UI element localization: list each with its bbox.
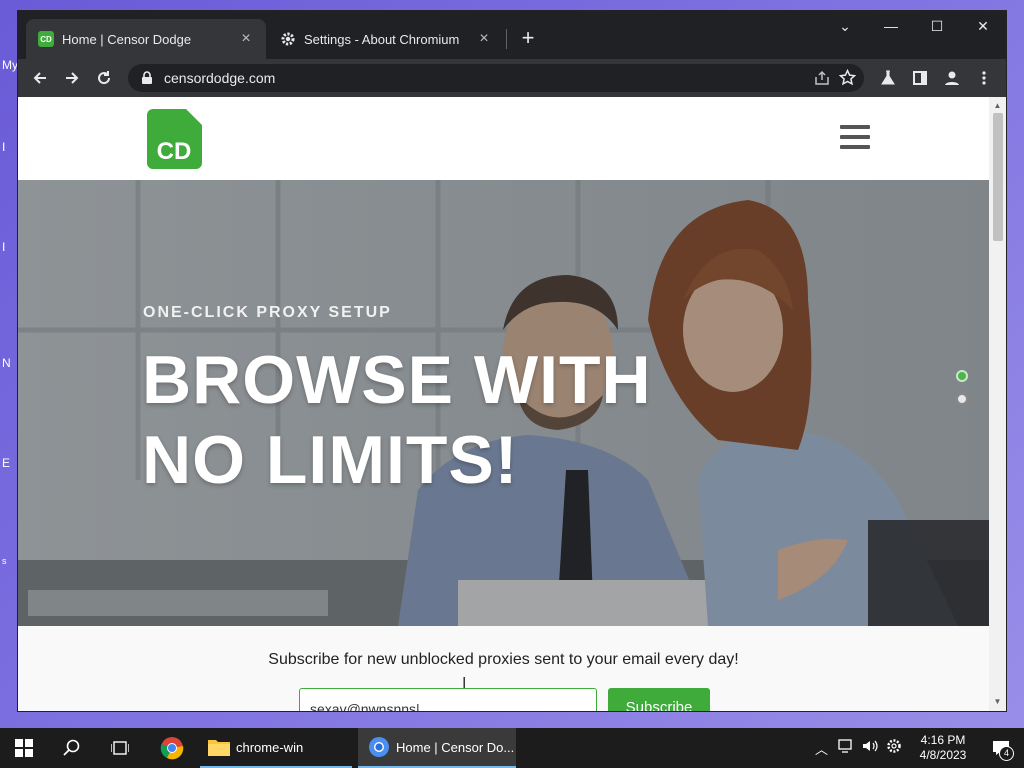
scroll-up-icon[interactable]: ▲ (989, 99, 1006, 113)
tab-separator (506, 29, 507, 49)
text-cursor-icon: I (462, 675, 467, 692)
taskbar: chrome-win Home | Censor Do... ︿ 4:16 PM… (0, 728, 1024, 768)
new-tab-button[interactable]: + (514, 25, 542, 53)
lock-icon (142, 71, 152, 84)
network-icon[interactable] (838, 738, 854, 758)
hero-eyebrow: ONE-CLICK PROXY SETUP (143, 304, 392, 321)
url-text: censordodge.com (164, 70, 276, 86)
slider-pagination (956, 370, 968, 416)
share-icon[interactable] (814, 70, 830, 91)
site-header: CD (18, 97, 989, 180)
search-icon (63, 739, 80, 756)
clock-date: 4/8/2023 (919, 748, 967, 762)
browser-window: CD Home | Censor Dodge × Settings - Abou… (18, 11, 1006, 711)
taskbar-clock[interactable]: 4:16 PM 4/8/2023 (908, 733, 978, 763)
headline-line-2: NO LIMITS! (142, 422, 519, 498)
scroll-down-icon[interactable]: ▼ (989, 695, 1006, 709)
chrome-icon (160, 737, 184, 760)
taskbar-item-label: Home | Censor Do... (396, 739, 515, 755)
side-panel-button[interactable] (906, 64, 934, 92)
folder-icon (208, 740, 230, 756)
browser-toolbar: censordodge.com (18, 59, 1006, 97)
chevron-up-icon[interactable]: ︿ (815, 739, 828, 758)
cd-favicon-icon: CD (38, 31, 54, 47)
tab-home-censor-dodge[interactable]: CD Home | Censor Dodge × (26, 19, 266, 59)
system-tray: ︿ 4:16 PM 4/8/2023 4 (815, 728, 1024, 768)
clock-time: 4:16 PM (920, 733, 966, 747)
hamburger-menu-icon[interactable] (840, 125, 870, 151)
taskbar-chromium-window[interactable]: Home | Censor Do... (358, 728, 516, 768)
reload-icon (98, 71, 111, 85)
tab-strip: CD Home | Censor Dodge × Settings - Abou… (18, 11, 1006, 59)
desktop-icons-fragment: My I I N E s (0, 56, 18, 566)
taskbar-chrome-win-folder[interactable]: chrome-win (200, 728, 352, 768)
task-view-icon (111, 741, 129, 755)
arrow-left-icon (33, 72, 46, 84)
address-bar[interactable]: censordodge.com (128, 64, 864, 92)
censor-dodge-logo[interactable]: CD (147, 109, 202, 169)
arrow-right-icon (66, 72, 79, 84)
slide-dot-2[interactable] (956, 393, 968, 405)
tab-search-button[interactable]: ⌄ (822, 11, 868, 41)
logo-text: CD (157, 138, 192, 165)
gear-icon (280, 31, 296, 47)
minimize-button[interactable]: — (868, 11, 914, 41)
email-value: sexav@nwnsnns (310, 701, 417, 711)
settings-gear-icon[interactable] (886, 738, 902, 759)
chromium-icon (369, 737, 389, 757)
close-tab-icon[interactable]: × (476, 31, 492, 47)
hero-headline: BROWSE WITH NO LIMITS! (142, 340, 652, 500)
reload-button[interactable] (90, 64, 118, 92)
kebab-menu-icon (982, 71, 986, 85)
tab-settings-about[interactable]: Settings - About Chromium × (268, 19, 504, 59)
task-view-button[interactable] (96, 728, 144, 768)
taskbar-item-label: chrome-win (236, 739, 304, 755)
headline-line-1: BROWSE WITH (142, 342, 652, 418)
notification-center-button[interactable]: 4 (978, 740, 1024, 761)
profile-button[interactable] (938, 64, 966, 92)
flask-icon (881, 70, 895, 85)
page-scrollbar[interactable]: ▲ ▼ (989, 97, 1006, 711)
desktop-label: I (2, 140, 6, 154)
side-panel-icon (913, 71, 927, 85)
volume-icon[interactable] (862, 739, 878, 758)
hero-slider: ONE-CLICK PROXY SETUP BROWSE WITH NO LIM… (18, 180, 989, 626)
subscribe-section: Subscribe for new unblocked proxies sent… (18, 626, 989, 711)
subscribe-button[interactable]: Subscribe (608, 688, 710, 711)
close-tab-icon[interactable]: × (238, 31, 254, 47)
maximize-button[interactable]: ☐ (914, 11, 960, 41)
search-button[interactable] (48, 728, 96, 768)
windows-icon (15, 739, 33, 757)
scrollbar-thumb[interactable] (993, 113, 1003, 241)
tab-title: Settings - About Chromium (304, 31, 460, 47)
tab-title: Home | Censor Dodge (62, 31, 192, 47)
email-field[interactable]: sexav@nwnsnns| (299, 688, 597, 711)
desktop-label: My (2, 58, 18, 72)
desktop-label: I (2, 240, 6, 254)
desktop-label: E (2, 456, 11, 470)
labs-flask-button[interactable] (874, 64, 902, 92)
start-button[interactable] (0, 728, 48, 768)
forward-button[interactable] (58, 64, 86, 92)
bookmark-star-icon[interactable] (838, 68, 857, 91)
slide-dot-1[interactable] (956, 370, 968, 382)
profile-icon (945, 71, 959, 85)
menu-button[interactable] (970, 64, 998, 92)
page-viewport: CD ONE-CLICK PROXY SETUP BROWSE WITH NO … (18, 97, 989, 711)
taskbar-chrome[interactable] (148, 728, 196, 768)
close-window-button[interactable]: ✕ (960, 11, 1006, 41)
back-button[interactable] (26, 64, 54, 92)
desktop-label: N (2, 356, 11, 370)
desktop-label: s (2, 556, 7, 566)
notification-count-badge: 4 (999, 746, 1014, 761)
subscribe-text: Subscribe for new unblocked proxies sent… (268, 651, 739, 668)
